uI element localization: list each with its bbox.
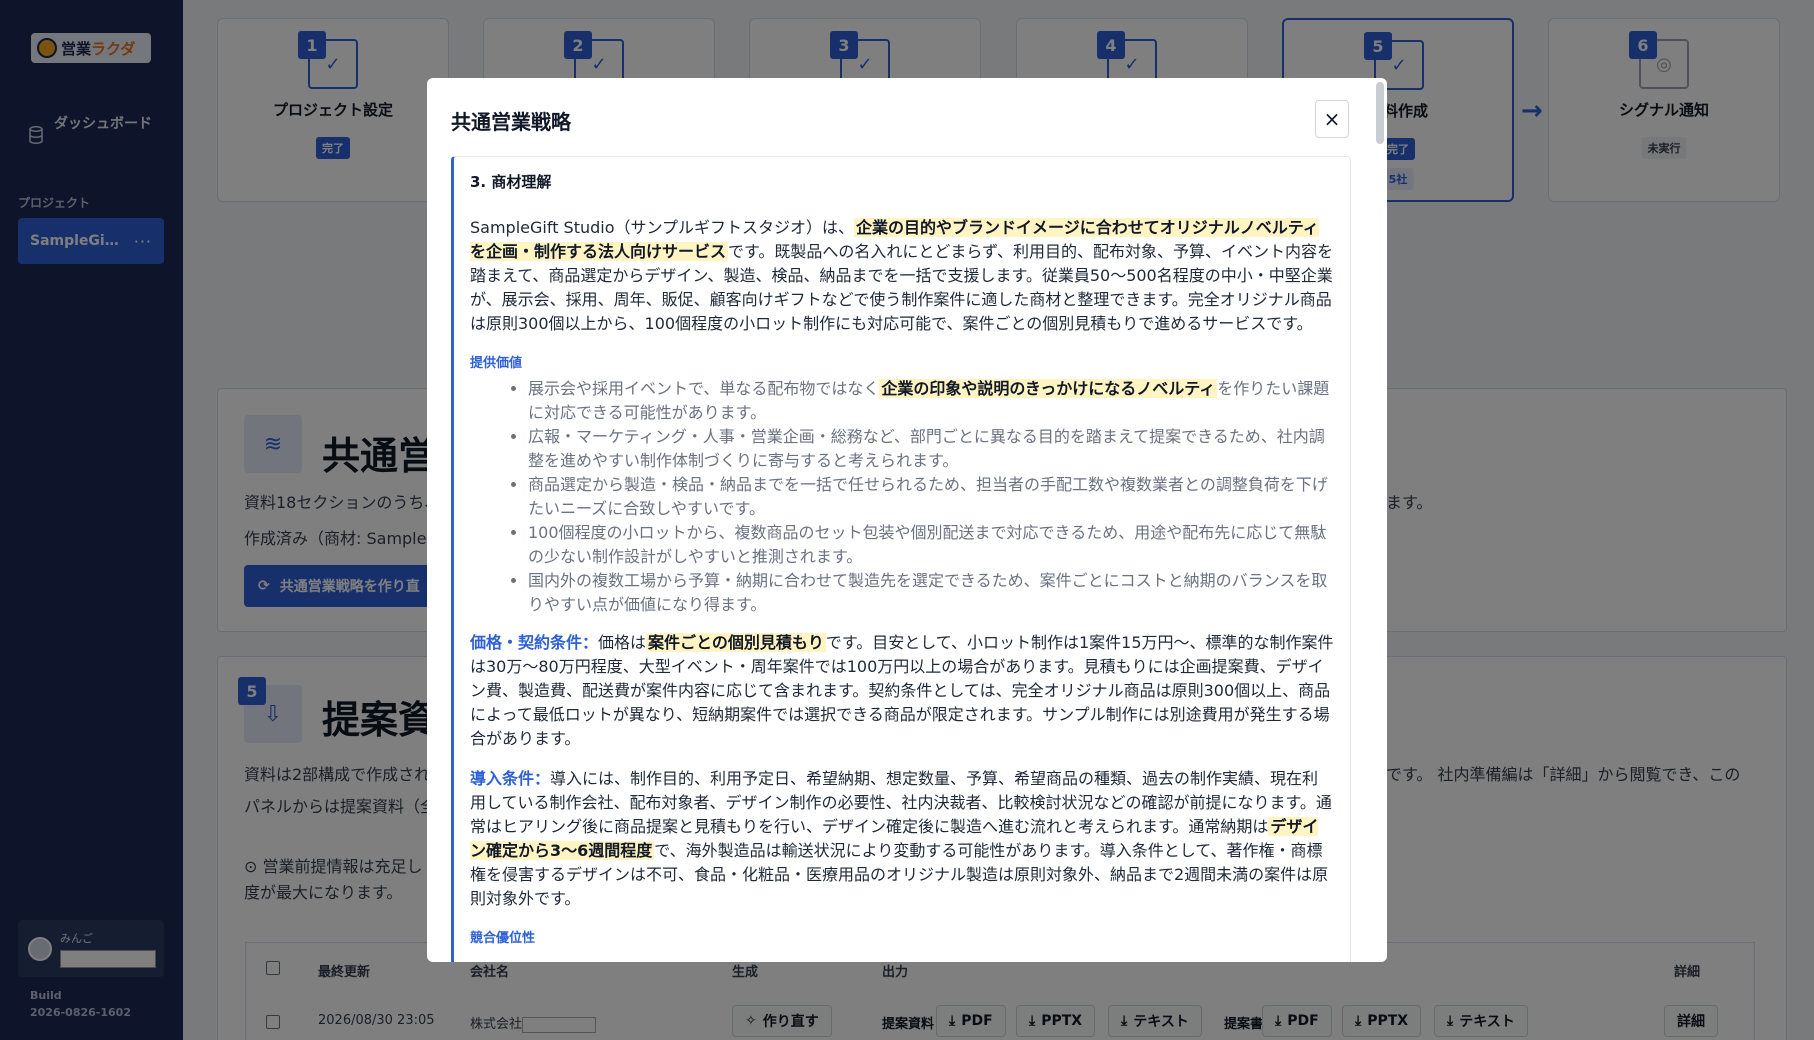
inline-label: 価格・契約条件： xyxy=(470,633,599,652)
intro-paragraph: 導入条件：導入には、制作目的、利用予定日、希望納期、想定数量、予算、希望商品の種… xyxy=(470,767,1334,911)
value-list: 展示会や採用イベントで、単なる配布物ではなく企業の印象や説明のきっかけになるノベ… xyxy=(528,377,1334,617)
competitive-label: 競合優位性 xyxy=(470,931,536,946)
list-item: 展示会や採用イベントで、単なる配布物ではなく企業の印象や説明のきっかけになるノベ… xyxy=(528,377,1334,425)
inline-label: 導入条件： xyxy=(470,769,551,788)
text-span: 導入には、制作目的、利用予定日、希望納期、想定数量、予算、希望商品の種類、過去の… xyxy=(470,769,1332,836)
list-item: 100個程度の小ロットから、複数商品のセット包装や個別配送まで対応できるため、用… xyxy=(528,521,1334,569)
close-icon[interactable]: × xyxy=(1315,100,1349,138)
scrollbar[interactable] xyxy=(1376,82,1384,144)
list-item: 広報・マーケティング・人事・営業企画・総務など、部門ごとに異なる目的を踏まえて提… xyxy=(528,425,1334,473)
product-overview: SampleGift Studio（サンプルギフトスタジオ）は、 企業の目的やブラ… xyxy=(470,216,1334,336)
strategy-modal: 共通営業戦略 × 3. 商材理解 SampleGift Studio（サンプルギ… xyxy=(427,78,1387,962)
price-paragraph: 価格・契約条件：価格は 案件ごとの個別見積もり です。目安として、小ロット制作は1案… xyxy=(470,631,1334,751)
list-item: 商品選定から製造・検品・納品までを一括で任せられるため、担当者の手配工数や複数業… xyxy=(528,473,1334,521)
text-span: 価格は xyxy=(598,633,647,652)
modal-title: 共通営業戦略 xyxy=(451,110,571,134)
strategy-section: 3. 商材理解 SampleGift Studio（サンプルギフトスタジオ）は、… xyxy=(451,156,1351,962)
list-item: 国内外の複数工場から予算・納期に合わせて製造先を選定できるため、案件ごとにコスト… xyxy=(528,569,1334,617)
text-span: SampleGift Studio（サンプルギフトスタジオ）は、 xyxy=(470,218,855,237)
value-label: 提供価値 xyxy=(470,356,523,371)
highlight: 案件ごとの個別見積もり xyxy=(646,633,826,652)
section-title: 3. 商材理解 xyxy=(470,173,552,191)
text-span: 展示会や採用イベントで、単なる配布物ではなく xyxy=(528,379,880,398)
highlight: 企業の印象や説明のきっかけになるノベルティ xyxy=(879,379,1218,398)
